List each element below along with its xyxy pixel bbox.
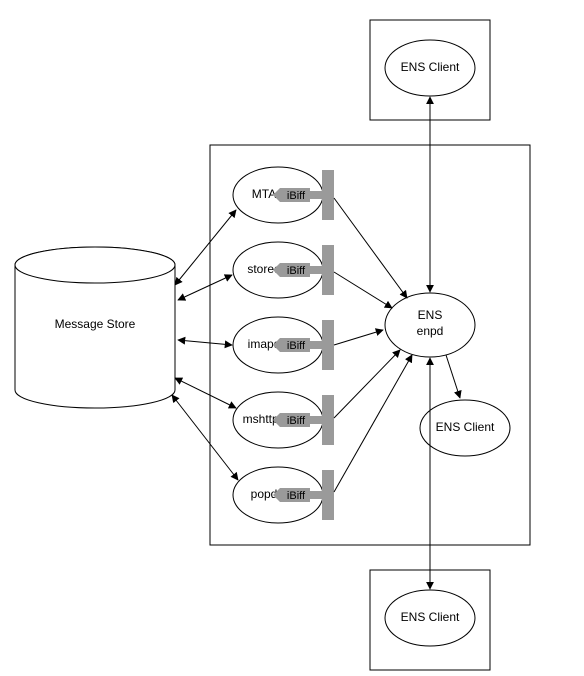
ibiff-label-imapd: iBiff bbox=[287, 340, 306, 352]
daemon-mshttpd: mshttpd iBiff bbox=[233, 392, 334, 448]
daemon-imapd: imapd iBiff bbox=[233, 317, 334, 373]
daemon-mta-label: MTA bbox=[252, 187, 276, 201]
arrow-mshttpd-ens bbox=[334, 350, 400, 418]
daemon-popd-label: popd bbox=[251, 487, 278, 501]
arrow-store-mta bbox=[175, 210, 236, 285]
client-bottom-label: ENS Client bbox=[401, 610, 460, 624]
arrow-ens-client-side bbox=[446, 355, 460, 398]
port-bar-stored bbox=[322, 245, 334, 295]
arrow-store-mshttpd bbox=[175, 378, 236, 408]
port-bar-mta bbox=[322, 170, 334, 220]
ibiff-label-mshttpd: iBiff bbox=[287, 415, 306, 427]
port-bar-popd bbox=[322, 470, 334, 520]
arrow-popd-ens bbox=[334, 355, 412, 492]
ens-label-2: enpd bbox=[417, 324, 444, 338]
ens-label-1: ENS bbox=[418, 308, 443, 322]
ibiff-label-stored: iBiff bbox=[287, 265, 306, 277]
message-store: Message Store bbox=[15, 247, 175, 408]
arrow-stored-ens bbox=[334, 272, 392, 308]
arrow-store-imapd bbox=[178, 340, 232, 345]
ibiff-label-popd: iBiff bbox=[287, 490, 306, 502]
daemon-mta: MTA iBiff bbox=[233, 167, 334, 223]
daemon-popd: popd iBiff bbox=[233, 467, 334, 523]
client-top-label: ENS Client bbox=[401, 60, 460, 74]
daemon-stored: stored iBiff bbox=[233, 242, 334, 298]
port-bar-mshttpd bbox=[322, 395, 334, 445]
port-bar-imapd bbox=[322, 320, 334, 370]
message-store-label: Message Store bbox=[55, 317, 136, 331]
arrow-store-popd bbox=[172, 395, 238, 480]
client-side-label: ENS Client bbox=[436, 420, 495, 434]
arrow-mta-ens bbox=[334, 198, 407, 298]
ibiff-label-mta: iBiff bbox=[287, 190, 306, 202]
arrow-store-stored bbox=[178, 275, 232, 300]
arrow-imapd-ens bbox=[334, 330, 383, 345]
